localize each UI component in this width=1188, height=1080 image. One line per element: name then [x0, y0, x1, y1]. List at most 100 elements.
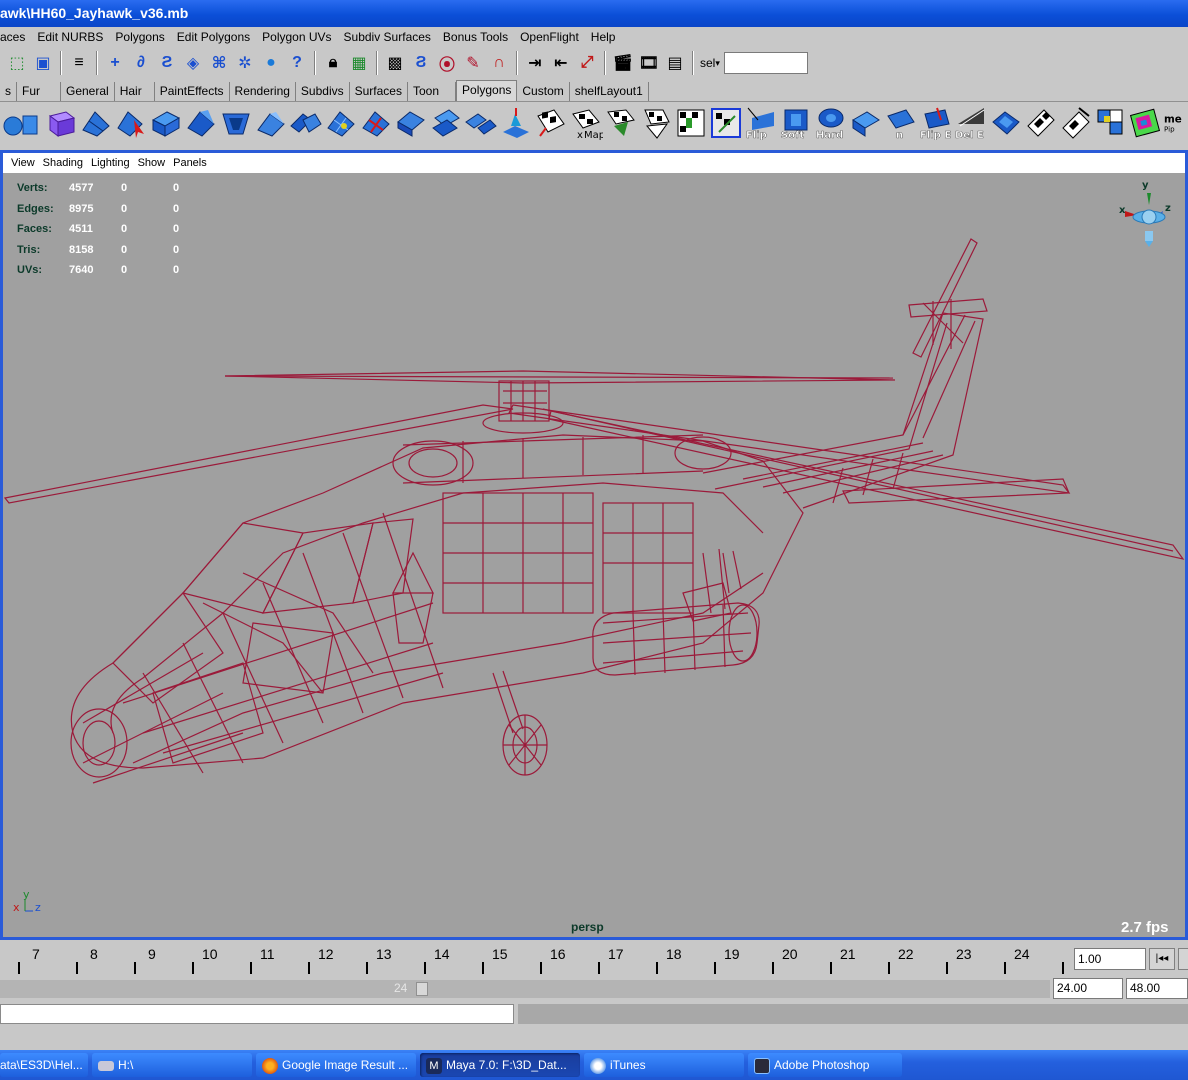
- duplicate-face-icon[interactable]: [429, 106, 463, 140]
- auto-map-icon[interactable]: x Map: [569, 106, 603, 140]
- extrude-face-icon[interactable]: [149, 106, 183, 140]
- snap-live-icon[interactable]: ⌘: [207, 51, 231, 75]
- extract-icon[interactable]: [464, 106, 498, 140]
- ipr-render-icon[interactable]: 🎞︎: [637, 51, 661, 75]
- select-by-hierarchy-icon[interactable]: ⬚: [5, 51, 29, 75]
- split-polygon-icon[interactable]: [254, 106, 288, 140]
- tab-custom[interactable]: Custom: [517, 82, 570, 101]
- render-clapper-icon[interactable]: 🎬︎: [611, 51, 635, 75]
- construction-history-icon[interactable]: ▩: [383, 51, 407, 75]
- tab-polygons[interactable]: Polygons: [456, 80, 518, 101]
- selection-mode-label[interactable]: sel: [700, 56, 715, 70]
- magnet-icon[interactable]: ∩: [487, 51, 511, 75]
- menu-item-edit-nurbs[interactable]: Edit NURBS: [31, 30, 109, 44]
- layout-uvs-icon[interactable]: [674, 106, 708, 140]
- snap-point-icon[interactable]: Ƨ: [155, 51, 179, 75]
- soften-edge-icon[interactable]: Soft: [779, 106, 813, 140]
- range-slider-track[interactable]: [0, 980, 1050, 998]
- wedge-icon[interactable]: [289, 106, 323, 140]
- planar-mapping-icon[interactable]: [499, 106, 533, 140]
- panel-menu-shading[interactable]: Shading: [39, 157, 87, 169]
- range-slider-handle[interactable]: [416, 982, 428, 996]
- tab-surfaces[interactable]: Surfaces: [350, 82, 408, 101]
- sphere-icon[interactable]: ●: [259, 51, 283, 75]
- taskbar-button-maya[interactable]: M Maya 7.0: F:\3D_Dat...: [420, 1053, 580, 1077]
- tab-subdivs[interactable]: Subdivs: [296, 82, 350, 101]
- checker-uv-icon[interactable]: [1024, 106, 1058, 140]
- snap-curve-icon[interactable]: ∂: [129, 51, 153, 75]
- extrude-edge-icon[interactable]: [184, 106, 218, 140]
- animation-end-field[interactable]: 48.00: [1126, 978, 1188, 999]
- taskbar-button-photoshop[interactable]: Adobe Photoshop: [748, 1053, 902, 1077]
- history-icon[interactable]: ✲: [233, 51, 257, 75]
- step-back-button[interactable]: [1178, 948, 1188, 970]
- poly-plane-icon[interactable]: [79, 106, 113, 140]
- perspective-viewport[interactable]: View Shading Lighting Show Panels Verts:…: [0, 150, 1188, 940]
- uv-icon[interactable]: ✎: [461, 51, 485, 75]
- panel-menu-view[interactable]: View: [7, 157, 39, 169]
- mel-command-input[interactable]: [0, 1004, 514, 1024]
- snap-menu-icon[interactable]: ≡: [67, 51, 91, 75]
- panel-menu-lighting[interactable]: Lighting: [87, 157, 134, 169]
- go-to-start-button[interactable]: |◂◂: [1149, 948, 1175, 970]
- bevel-icon[interactable]: [219, 106, 253, 140]
- lock-icon[interactable]: 🔒︎: [321, 51, 345, 75]
- menu-item-polygon-uvs[interactable]: Polygon UVs: [256, 30, 337, 44]
- chevron-down-icon[interactable]: ▾: [715, 58, 720, 69]
- ipr-icon[interactable]: ⤢: [575, 51, 599, 75]
- tab-fur[interactable]: Fur: [17, 82, 61, 101]
- uv-texture-editor-icon[interactable]: [709, 106, 743, 140]
- current-frame-field[interactable]: 1.00: [1074, 948, 1146, 970]
- harden-edge-icon[interactable]: Hard: [814, 106, 848, 140]
- poly-cube-icon[interactable]: [44, 106, 78, 140]
- time-slider[interactable]: 7 8 9 10 11 12 13 14 15 16 17 18 19 20 21 22 23 24 1.00 |…: [0, 940, 1188, 977]
- render-globals-icon[interactable]: ▤: [663, 51, 687, 75]
- tab-shelflayout1[interactable]: shelfLayout1: [570, 82, 649, 101]
- poly-select-tool-icon[interactable]: [114, 106, 148, 140]
- output-line-icon[interactable]: ⇤: [549, 51, 573, 75]
- snap-view-plane-icon[interactable]: ◈: [181, 51, 205, 75]
- time-slider-ticks[interactable]: 7 8 9 10 11 12 13 14 15 16 17 18 19 20 21 22 23 24: [0, 940, 1068, 977]
- select-by-object-icon[interactable]: ▣: [31, 51, 55, 75]
- cylindrical-map-icon[interactable]: [604, 106, 638, 140]
- texture-paint-icon[interactable]: [1129, 106, 1163, 140]
- input-ops-icon[interactable]: Ϩ: [409, 51, 433, 75]
- input-line-icon[interactable]: ⇥: [523, 51, 547, 75]
- menu-item-openflight[interactable]: OpenFlight: [514, 30, 585, 44]
- taskbar-button-itunes[interactable]: iTunes: [584, 1053, 744, 1077]
- render-icon[interactable]: ⦿: [435, 51, 459, 75]
- reverse-normals-icon[interactable]: [849, 106, 883, 140]
- quick-select-input[interactable]: [723, 52, 808, 74]
- help-icon[interactable]: ?: [285, 51, 309, 75]
- window-title-bar[interactable]: awk\HH60_Jayhawk_v36.mb: [0, 0, 1188, 27]
- taskbar-button-drive[interactable]: H:\: [92, 1053, 252, 1077]
- menu-item-help[interactable]: Help: [585, 30, 622, 44]
- tab-general[interactable]: General: [61, 82, 115, 101]
- poly-face-select-icon[interactable]: [989, 106, 1023, 140]
- conform-icon[interactable]: n: [884, 106, 918, 140]
- collapse-icon[interactable]: [394, 106, 428, 140]
- playback-end-field[interactable]: 24.00: [1053, 978, 1123, 999]
- tab-hair[interactable]: Hair: [115, 82, 155, 101]
- tab-painteffects[interactable]: PaintEffects: [155, 82, 230, 101]
- panel-menu-show[interactable]: Show: [134, 157, 170, 169]
- selection-mask-icon[interactable]: ▦: [347, 51, 371, 75]
- tab-toon[interactable]: Toon: [408, 82, 457, 101]
- menu-item-edit-polygons[interactable]: Edit Polygons: [171, 30, 256, 44]
- menu-item-surfaces[interactable]: aces: [0, 30, 31, 44]
- unfold-uv-icon[interactable]: [1059, 106, 1093, 140]
- subdivide-icon[interactable]: [324, 106, 358, 140]
- poly-sphere-icon[interactable]: [1, 106, 43, 140]
- panel-menu-panels[interactable]: Panels: [169, 157, 211, 169]
- helicopter-wireframe-model[interactable]: [3, 173, 1185, 918]
- flip-uvs-icon[interactable]: Flip: [744, 106, 778, 140]
- taskbar-button-firefox[interactable]: Google Image Result ...: [256, 1053, 416, 1077]
- taskbar-button-folder[interactable]: ata\ES3D\Hel...: [0, 1053, 88, 1077]
- flip-edge-icon[interactable]: Flip E: [919, 106, 953, 140]
- menu-item-bonus-tools[interactable]: Bonus Tools: [437, 30, 514, 44]
- mel-pipe-icon[interactable]: mePip: [1164, 106, 1186, 140]
- merge-vertices-icon[interactable]: [359, 106, 393, 140]
- delete-edge-icon[interactable]: Del E: [954, 106, 988, 140]
- tab-shelf-s[interactable]: s: [0, 82, 17, 101]
- spherical-map-icon[interactable]: [639, 106, 673, 140]
